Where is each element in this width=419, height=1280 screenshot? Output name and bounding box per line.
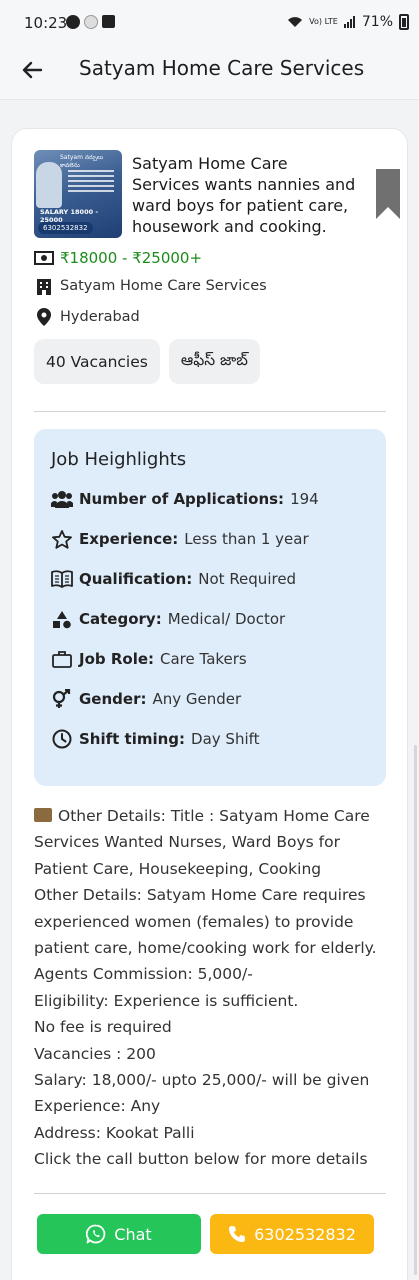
volte-indicator: Vo) LTE: [309, 17, 338, 26]
highlight-value: 194: [290, 490, 319, 508]
thumbnail-heading: Satyam నర్సులు కావలెను: [60, 154, 104, 169]
highlight-label: Category:: [79, 610, 162, 628]
building-icon: [34, 277, 54, 295]
clock-icon: [51, 729, 73, 749]
highlight-category: Category: Medical/ Doctor: [51, 609, 285, 629]
shapes-icon: [51, 609, 73, 629]
highlight-value: Care Takers: [160, 650, 247, 668]
details-line: Address: Kookat Palli: [34, 1123, 195, 1142]
highlight-gender: Gender: Any Gender: [51, 689, 241, 709]
job-tags: 40 Vacancies ఆఫీస్ జాబ్: [34, 339, 260, 384]
job-thumbnail[interactable]: Satyam నర్సులు కావలెను SALARY 18000 - 25…: [34, 150, 122, 238]
highlight-label: Shift timing:: [79, 730, 186, 748]
highlight-shift: Shift timing: Day Shift: [51, 729, 260, 749]
details-line: Experience: Any: [34, 1097, 161, 1116]
thumbnail-text-lines: [68, 170, 114, 195]
highlight-label: Experience:: [79, 530, 179, 548]
book-icon: [51, 569, 73, 589]
details-line: No fee is required: [34, 1018, 172, 1037]
bookmark-button[interactable]: [376, 169, 400, 219]
signal-icon: [343, 16, 355, 28]
details-line: Other Details: Satyam Home Care requires…: [34, 886, 377, 958]
details-line: Vacancies : 200: [34, 1044, 156, 1063]
location-name: Hyderabad: [60, 309, 140, 325]
thumbnail-phone: 6302532832: [38, 222, 93, 234]
whatsapp-icon: [86, 1224, 106, 1244]
highlight-label: Number of Applications:: [79, 490, 285, 508]
battery-percent: 71%: [361, 14, 393, 30]
job-details: Other Details: Title : Satyam Home Care …: [34, 803, 386, 1173]
vacancies-tag[interactable]: 40 Vacancies: [34, 339, 160, 384]
phone-icon: [228, 1225, 246, 1243]
divider: [34, 411, 386, 412]
chat-label: Chat: [114, 1224, 152, 1244]
wifi-icon: [288, 17, 303, 27]
app-bar: Satyam Home Care Services: [0, 40, 419, 100]
highlight-experience: Experience: Less than 1 year: [51, 529, 309, 549]
highlight-applications: Number of Applications: 194: [51, 489, 319, 509]
job-highlights-panel: Job Heighlights Number of Applications: …: [34, 429, 386, 786]
chat-button[interactable]: Chat: [37, 1214, 201, 1254]
call-label: 6302532832: [254, 1224, 356, 1244]
details-line: Eligibility: Experience is sufficient.: [34, 991, 299, 1010]
company-row: Satyam Home Care Services: [34, 277, 267, 295]
details-line: Salary: 18,000/- upto 25,000/- will be g…: [34, 1071, 370, 1090]
status-right: Vo) LTE 71%: [287, 14, 409, 30]
gender-icon: [51, 689, 73, 709]
notification-icons: [66, 15, 115, 29]
notification-app-icon: [66, 15, 80, 29]
divider: [34, 1193, 386, 1194]
highlight-value: Less than 1 year: [184, 530, 309, 548]
details-line: Agents Commission: 5,000/-: [34, 965, 253, 984]
battery-icon: [399, 14, 409, 30]
highlight-value: Day Shift: [191, 730, 260, 748]
highlight-qualification: Qualification: Not Required: [51, 569, 296, 589]
salary-range: ₹18000 - ₹25000+: [60, 249, 203, 267]
arrow-left-icon: [22, 61, 43, 79]
call-button[interactable]: 6302532832: [210, 1214, 374, 1254]
highlight-value: Any Gender: [152, 690, 242, 708]
money-icon: [34, 249, 54, 267]
highlight-value: Medical/ Doctor: [167, 610, 286, 628]
status-bar: 10:23 Vo) LTE 71%: [0, 0, 419, 40]
status-time: 10:23: [24, 14, 68, 32]
highlights-title: Job Heighlights: [51, 449, 187, 470]
details-line: Other Details: Title : Satyam Home Care …: [34, 807, 370, 878]
highlight-label: Job Role:: [79, 650, 155, 668]
users-icon: [51, 489, 73, 509]
star-icon: [51, 529, 73, 549]
thumbnail-person: [36, 162, 62, 208]
scrollbar[interactable]: [414, 745, 417, 1275]
highlight-label: Qualification:: [79, 570, 193, 588]
scroll-icon: [34, 808, 52, 822]
bookmark-icon: [376, 169, 400, 219]
company-name: Satyam Home Care Services: [60, 278, 267, 294]
briefcase-icon: [51, 649, 73, 669]
highlight-job-role: Job Role: Care Takers: [51, 649, 247, 669]
gallery-notification-icon: [102, 15, 115, 28]
notification-app-icon-2: [84, 15, 98, 29]
salary-row: ₹18000 - ₹25000+: [34, 249, 202, 267]
job-type-tag[interactable]: ఆఫీస్ జాబ్: [168, 339, 260, 384]
job-title: Satyam Home Care Services wants nannies …: [132, 154, 356, 236]
page-title: Satyam Home Care Services: [79, 56, 365, 80]
details-line: Click the call button below for more det…: [34, 1150, 368, 1169]
highlight-label: Gender:: [79, 690, 147, 708]
back-button[interactable]: [16, 54, 48, 86]
job-card: Satyam నర్సులు కావలెను SALARY 18000 - 25…: [11, 128, 408, 1280]
location-row: Hyderabad: [34, 308, 140, 326]
location-pin-icon: [34, 308, 54, 326]
highlight-value: Not Required: [198, 570, 297, 588]
